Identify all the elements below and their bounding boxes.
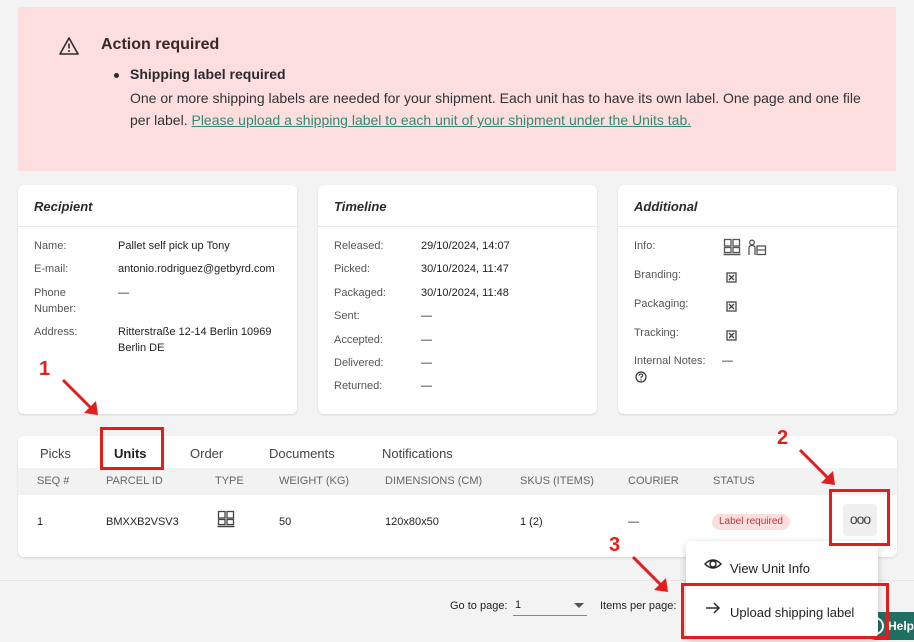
divider: [618, 226, 897, 227]
divider: [318, 226, 597, 227]
card-title: Timeline: [334, 199, 387, 214]
packaged-value: 30/10/2024, 11:48: [421, 287, 509, 299]
column-header: SKUS (ITEMS): [520, 475, 594, 487]
packaging-label: Packaging:: [634, 298, 689, 310]
action-required-alert: Action required Shipping label required …: [18, 7, 896, 171]
alert-title: Action required: [101, 36, 220, 53]
divider: [18, 226, 297, 227]
annotation-box-upload-item: [681, 583, 889, 639]
annotation-number-2: 2: [777, 427, 789, 449]
not-available-icon: [726, 272, 737, 283]
column-header: DIMENSIONS (CM): [385, 475, 483, 487]
tab-picks[interactable]: Picks: [40, 446, 71, 461]
name-label: Name:: [34, 240, 67, 252]
delivered-label: Delivered:: [334, 357, 384, 369]
column-header: COURIER: [628, 475, 679, 487]
sent-label: Sent:: [334, 310, 360, 322]
tab-order[interactable]: Order: [190, 446, 223, 461]
status-badge: Label required: [712, 514, 790, 530]
alert-subtitle: Shipping label required: [130, 66, 286, 82]
tab-documents[interactable]: Documents: [269, 446, 335, 461]
column-header: WEIGHT (KG): [279, 475, 350, 487]
warning-icon: [59, 37, 79, 55]
annotation-arrow-3: [631, 555, 668, 592]
address-line-2: Berlin DE: [118, 342, 165, 354]
chevron-down-icon: [574, 603, 584, 608]
additional-card: Additional Info: Branding: Packaging: Tr…: [618, 185, 897, 414]
internal-notes-label: Internal Notes:: [634, 355, 706, 367]
timeline-card: Timeline Released: 29/10/2024, 14:07 Pic…: [318, 185, 597, 414]
alert-body: One or more shipping labels are needed f…: [130, 87, 870, 131]
parcel-id-cell: BMXXB2VSV3: [106, 516, 179, 528]
goto-page-value: 1: [515, 599, 522, 611]
annotation-box-units-tab: [100, 427, 164, 470]
weight-cell: 50: [279, 516, 292, 528]
phone-label-2: Number:: [34, 303, 77, 315]
courier-cell: —: [628, 516, 639, 528]
items-per-page-label: Items per page:: [600, 600, 677, 612]
help-circle-icon[interactable]: [635, 371, 647, 383]
dimensions-cell: 120x80x50: [385, 516, 439, 528]
sent-value: —: [421, 310, 432, 322]
annotation-arrow-2: [798, 448, 835, 485]
menu-item-view-unit-info[interactable]: View Unit Info: [686, 545, 878, 585]
picked-label: Picked:: [334, 263, 371, 275]
eye-icon: [704, 559, 722, 569]
seq-cell: 1: [37, 516, 44, 528]
skus-cell: 1 (2): [520, 516, 543, 528]
returned-label: Returned:: [334, 380, 383, 392]
released-label: Released:: [334, 240, 384, 252]
upload-label-link[interactable]: Please upload a shipping label to each u…: [191, 112, 691, 128]
email-value: antonio.rodriguez@getbyrd.com: [118, 263, 275, 275]
released-value: 29/10/2024, 14:07: [421, 240, 510, 252]
packaged-label: Packaged:: [334, 287, 386, 299]
internal-notes-value: —: [722, 355, 733, 367]
pallet-icon[interactable]: [723, 238, 741, 256]
table-header: SEQ # PARCEL ID TYPE WEIGHT (KG) DIMENSI…: [18, 468, 897, 495]
name-value: Pallet self pick up Tony: [118, 240, 230, 252]
help-label: Help: [888, 619, 914, 633]
annotation-arrow-1: [61, 378, 98, 415]
returned-value: —: [421, 380, 432, 392]
delivered-value: —: [421, 357, 432, 369]
bullet: [114, 73, 119, 78]
goto-page-select[interactable]: 1: [513, 596, 587, 616]
annotation-number-3: 3: [609, 534, 621, 556]
info-label: Info:: [634, 240, 656, 252]
column-header: TYPE: [215, 475, 244, 487]
email-label: E-mail:: [34, 263, 69, 275]
address-label: Address:: [34, 326, 78, 338]
phone-value: —: [118, 287, 129, 299]
column-header: STATUS: [713, 475, 755, 487]
menu-item-label: View Unit Info: [730, 561, 810, 576]
accepted-value: —: [421, 334, 432, 346]
tab-notifications[interactable]: Notifications: [382, 446, 453, 461]
picked-value: 30/10/2024, 11:47: [421, 263, 509, 275]
tracking-label: Tracking:: [634, 327, 679, 339]
card-title: Additional: [634, 199, 698, 214]
branding-label: Branding:: [634, 269, 682, 281]
annotation-box-more-button: [829, 489, 890, 546]
accepted-label: Accepted:: [334, 334, 383, 346]
annotation-number-1: 1: [39, 358, 51, 380]
address-line-1: Ritterstraße 12-14 Berlin 10969: [118, 326, 272, 338]
goto-page-label: Go to page:: [450, 600, 508, 612]
phone-label: Phone: [34, 287, 66, 299]
pallet-icon: [217, 510, 235, 528]
card-title: Recipient: [34, 199, 93, 214]
column-header: SEQ #: [37, 475, 70, 487]
not-available-icon: [726, 301, 737, 312]
not-available-icon: [726, 330, 737, 341]
column-header: PARCEL ID: [106, 475, 163, 487]
self-pickup-icon[interactable]: [747, 239, 767, 257]
